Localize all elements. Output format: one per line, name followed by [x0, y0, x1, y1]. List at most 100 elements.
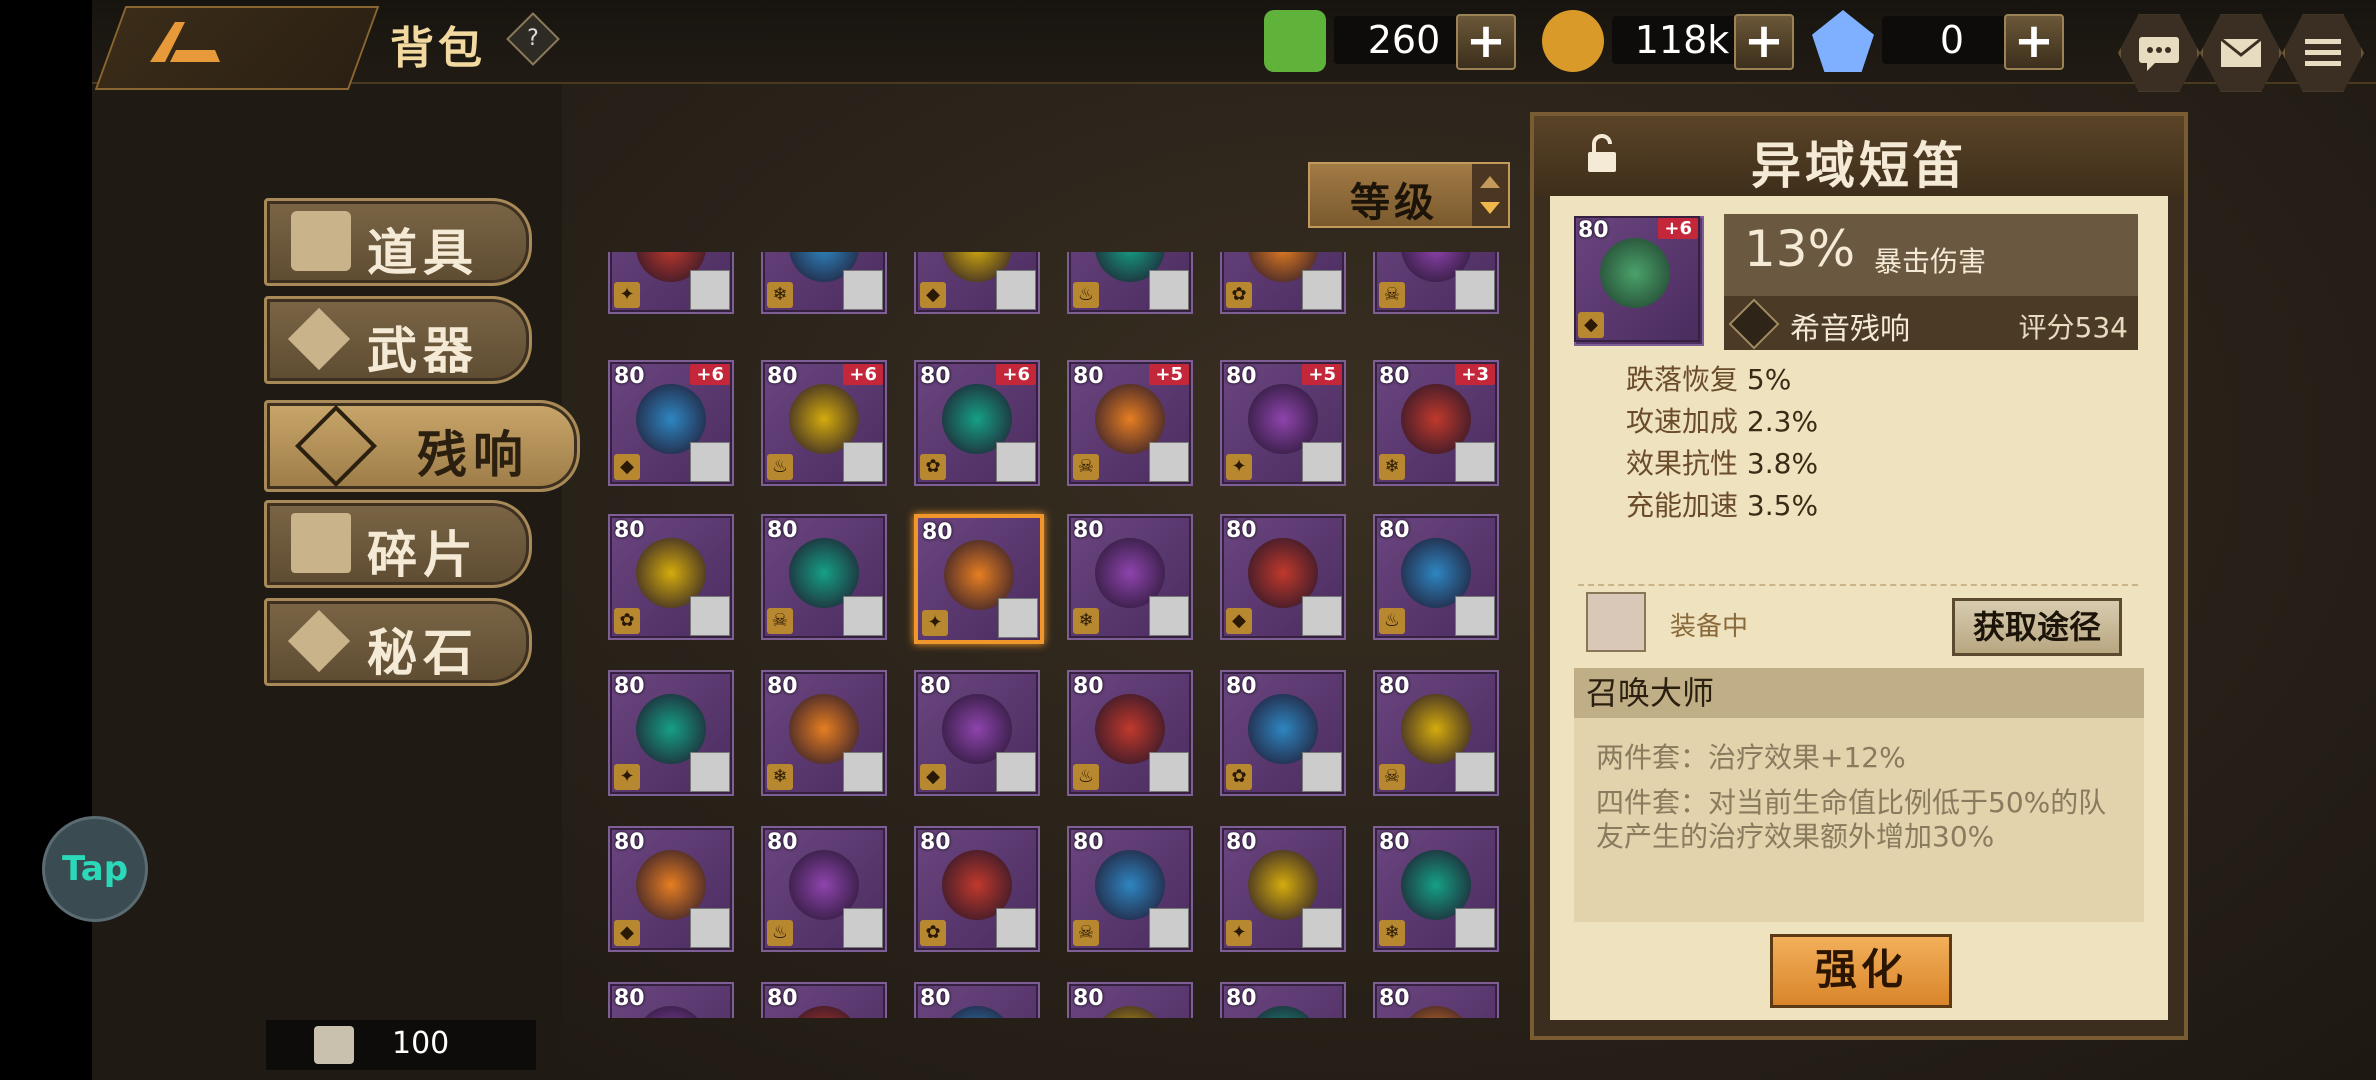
echo-item-icon [942, 1006, 1012, 1018]
echo-card[interactable]: 80✦ [914, 982, 1040, 1018]
echo-level: 80 [1226, 518, 1257, 543]
echo-card[interactable]: 80◆ [608, 826, 734, 952]
element-icon: ❄ [767, 764, 793, 790]
tap-floating-button[interactable]: Tap [42, 816, 148, 922]
set-effect-box: 召唤大师 两件套：治疗效果+12% 四件套：对当前生命值比例低于50%的队友产生… [1574, 668, 2144, 922]
echo-level: 80 [920, 830, 951, 855]
echo-card[interactable]: ♨ [1067, 252, 1193, 314]
echo-card[interactable]: 80❄ [1373, 826, 1499, 952]
echo-card[interactable]: 80✦ [1220, 826, 1346, 952]
element-icon: ♨ [1379, 608, 1405, 634]
hero-avatar [1455, 752, 1495, 792]
echo-card[interactable]: 80☠ [761, 982, 887, 1018]
add-crystal-button[interactable]: + [2004, 14, 2064, 70]
echo-card[interactable]: ❄ [761, 252, 887, 314]
echo-level: 80 [1226, 364, 1257, 389]
echo-item-icon [636, 1006, 706, 1018]
echo-card[interactable]: 80☠ [761, 514, 887, 640]
echo-card[interactable]: 80 +5 ✦ [1220, 360, 1346, 486]
add-stamina-button[interactable]: + [1456, 14, 1516, 70]
echo-card[interactable]: 80 +6 ◆ [608, 360, 734, 486]
detail-panel: 异域短笛 80 +6 ◆ 13% 暴击伤害 希音残响 评分534 跌落恢复 5%… [1530, 112, 2188, 1040]
tab-echoes[interactable]: 残响 [264, 400, 580, 492]
echo-card[interactable]: 80☠ [1067, 826, 1193, 952]
equipped-hero-avatar [1586, 592, 1646, 652]
echo-card[interactable]: 80♨ [1373, 514, 1499, 640]
set-badge-icon [1728, 298, 1780, 350]
stamina-icon [1264, 10, 1326, 72]
echo-level: 80 [920, 674, 951, 699]
hero-avatar [996, 752, 1036, 792]
echo-card[interactable]: 80✿ [1220, 670, 1346, 796]
echo-card[interactable]: 80✿ [608, 514, 734, 640]
hero-avatar [843, 908, 883, 948]
echo-card[interactable]: 80✿ [914, 826, 1040, 952]
hero-avatar [690, 270, 730, 310]
echo-level: 80 [767, 674, 798, 699]
title-plate [94, 6, 380, 90]
echo-level: 80 [614, 986, 645, 1011]
basket-icon [291, 211, 351, 271]
echo-card[interactable]: 80 +6 ♨ [761, 360, 887, 486]
hero-avatar [1149, 270, 1189, 310]
echo-card[interactable]: 80✿ [608, 982, 734, 1018]
echo-card[interactable]: 80♨ [761, 826, 887, 952]
echo-card[interactable]: 80☠ [1373, 670, 1499, 796]
hero-avatar [996, 442, 1036, 482]
element-icon: ◆ [920, 764, 946, 790]
hero-avatar [1149, 908, 1189, 948]
echo-level: 80 [1073, 674, 1104, 699]
echo-level: 80 [920, 986, 951, 1011]
echo-plus-badge: +5 [1302, 364, 1342, 385]
echo-card[interactable]: 80 ❄ [761, 670, 887, 796]
element-icon: ✿ [1226, 282, 1252, 308]
obtain-button[interactable]: 获取途径 [1952, 598, 2122, 656]
tab-items[interactable]: 道具 [264, 198, 532, 286]
hero-avatar [996, 270, 1036, 310]
tab-fragments[interactable]: 碎片 [264, 500, 532, 588]
echo-level: 80 [920, 364, 951, 389]
tab-runes[interactable]: 秘石 [264, 598, 532, 686]
echo-card[interactable]: 80❄ [1067, 514, 1193, 640]
substat: 跌落恢复 5% [1626, 363, 1792, 396]
detail-header: 异域短笛 [1534, 116, 2184, 196]
element-icon: ✦ [922, 610, 948, 636]
element-icon: ☠ [1073, 454, 1099, 480]
echo-card[interactable]: 80 +3 ❄ [1373, 360, 1499, 486]
echo-card[interactable]: 80 ◆ [914, 670, 1040, 796]
echo-card[interactable]: 80◆ [1220, 982, 1346, 1018]
echo-item-icon [1248, 1006, 1318, 1018]
echo-card[interactable]: 80 +6 ✿ [914, 360, 1040, 486]
element-icon: ☠ [767, 608, 793, 634]
echo-grid: ✦ ❄ ◆ ♨ ✿ ☠ 80 +6 ◆ 80 +6 ♨ 80 +6 ✿ 80 +5 ☠ 80 +5 ✦ 80 +3 ❄ 80 ✿ 8… [608, 252, 1508, 1018]
echo-card[interactable]: ✿ [1220, 252, 1346, 314]
element-icon: ❄ [1073, 608, 1099, 634]
element-icon: ◆ [1226, 608, 1252, 634]
echo-card[interactable]: 80 ♨ [1067, 670, 1193, 796]
echo-card[interactable]: 80♨ [1373, 982, 1499, 1018]
item-icon: 80 +6 ◆ [1574, 216, 1704, 346]
echo-card[interactable]: 80✦ [608, 670, 734, 796]
sort-dropdown[interactable]: 等级 [1308, 162, 1510, 228]
echo-level: 80 [614, 674, 645, 699]
echo-card[interactable]: 80✦ [914, 514, 1044, 644]
echo-level: 80 [1226, 830, 1257, 855]
add-gold-button[interactable]: + [1734, 14, 1794, 70]
echo-card[interactable]: ✦ [608, 252, 734, 314]
crystal-value: 0 [1882, 16, 2022, 64]
tab-weapons[interactable]: 武器 [264, 296, 532, 384]
hero-avatar [1302, 270, 1342, 310]
element-icon: ♨ [1073, 764, 1099, 790]
hero-avatar [1302, 752, 1342, 792]
enhance-button[interactable]: 强化 [1770, 934, 1952, 1008]
echo-card[interactable]: 80❄ [1067, 982, 1193, 1018]
echo-card[interactable]: 80 ◆ [1220, 514, 1346, 640]
chat-icon [2139, 37, 2179, 71]
divider [1578, 584, 2138, 586]
item-name: 异域短笛 [1751, 137, 1967, 195]
echo-card[interactable]: ☠ [1373, 252, 1499, 314]
echo-card[interactable]: ◆ [914, 252, 1040, 314]
element-icon: ◆ [614, 454, 640, 480]
echo-card[interactable]: 80 +5 ☠ [1067, 360, 1193, 486]
sword-icon [287, 609, 351, 673]
